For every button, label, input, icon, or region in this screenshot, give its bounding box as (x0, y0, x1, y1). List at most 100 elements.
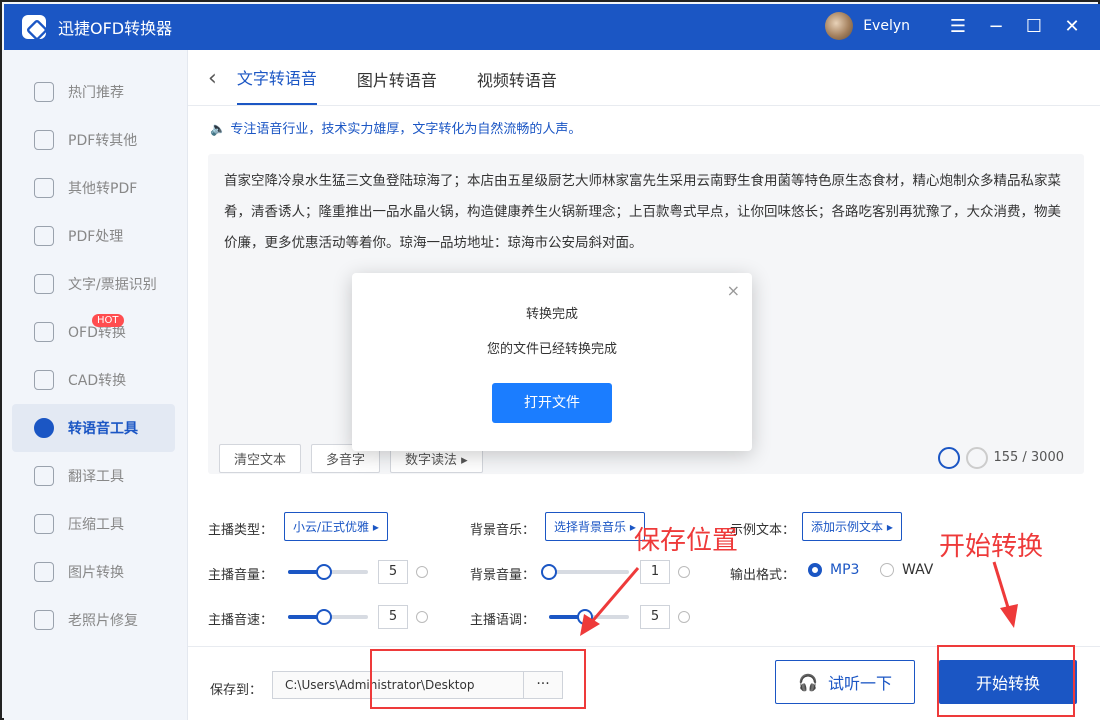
sidebar-item-translate[interactable]: 翻译工具 (4, 452, 187, 500)
hint-text: 🔈 专注语音行业，技术实力雄厚，文字转化为自然流畅的人声。 (210, 122, 582, 137)
radio-dot (880, 563, 894, 577)
avatar[interactable] (825, 12, 854, 40)
save-location-annotation: 保存位置 (634, 526, 739, 556)
tab-bar: ‹ 文字转语音 图片转语音 视频转语音 (188, 50, 1100, 106)
app-window: 迅捷OFD转换器 Evelyn ☰ − ☐ ✕ 热门推荐 PDF转其他 其他转P… (0, 0, 1100, 720)
menu-icon[interactable]: ☰ (946, 14, 970, 38)
anchor-pitch-value[interactable]: 5 (640, 605, 670, 629)
sidebar-item-ofd[interactable]: OFD转换 HOT (4, 308, 187, 356)
undo-icon[interactable] (938, 447, 960, 469)
sidebar-item-label: 老照片修复 (68, 613, 138, 629)
bgm-select[interactable]: 选择背景音乐 ▸ (545, 512, 645, 541)
slider-knob[interactable] (577, 609, 593, 625)
app-logo-icon (22, 15, 46, 39)
maximize-icon[interactable]: ☐ (1022, 14, 1046, 38)
voice-icon (34, 418, 54, 438)
sidebar-item-ocr[interactable]: 文字/票据识别 (4, 260, 187, 308)
sidebar-item-image[interactable]: 图片转换 (4, 548, 187, 596)
anchor-pitch-slider[interactable] (549, 609, 629, 625)
anchor-speed-slider[interactable] (288, 609, 368, 625)
tab-video-to-speech[interactable]: 视频转语音 (477, 67, 557, 105)
hot-badge: HOT (92, 314, 124, 327)
sidebar: 热门推荐 PDF转其他 其他转PDF PDF处理 文字/票据识别 OFD转换 HO… (4, 50, 188, 720)
hot-icon (34, 82, 54, 102)
minimize-icon[interactable]: − (984, 14, 1008, 38)
image-icon (34, 562, 54, 582)
format-wav-radio[interactable]: WAV (880, 562, 933, 578)
sidebar-item-pdf-process[interactable]: PDF处理 (4, 212, 187, 260)
close-icon[interactable]: × (727, 281, 740, 300)
format-mp3-radio[interactable]: MP3 (808, 562, 859, 578)
hint-label: 专注语音行业，技术实力雄厚，文字转化为自然流畅的人声。 (230, 122, 582, 137)
reset-icon[interactable] (678, 611, 690, 623)
dialog-title: 转换完成 (525, 307, 578, 322)
anchor-volume-slider[interactable] (288, 564, 368, 580)
bgm-volume-slider[interactable] (541, 564, 629, 580)
conversion-complete-dialog: × 转换完成 您的文件已经转换完成 打开文件 (352, 273, 752, 451)
reset-icon[interactable] (678, 566, 690, 578)
headphone-icon: 🎧 (798, 672, 818, 692)
title-bar: 迅捷OFD转换器 Evelyn ☰ − ☐ ✕ (4, 4, 1100, 50)
app-title: 迅捷OFD转换器 (58, 19, 173, 38)
sidebar-item-label: PDF处理 (68, 229, 124, 245)
anchor-type-select[interactable]: 小云/正式优雅 ▸ (284, 512, 388, 541)
sidebar-item-photo-repair[interactable]: 老照片修复 (4, 596, 187, 644)
sidebar-item-label: 其他转PDF (68, 181, 138, 197)
ofd-icon (34, 322, 54, 342)
tab-image-to-speech[interactable]: 图片转语音 (357, 67, 437, 105)
anchor-volume-label: 主播音量： (208, 568, 274, 583)
bgm-volume-label: 背景音量： (470, 568, 536, 583)
sidebar-item-label: 图片转换 (68, 565, 124, 581)
anchor-type-label: 主播类型： (208, 523, 274, 538)
sidebar-item-label: 转语音工具 (68, 421, 138, 437)
clear-text-button[interactable]: 清空文本 (219, 444, 302, 473)
pdf-process-icon (34, 226, 54, 246)
sidebar-item-hot[interactable]: 热门推荐 (4, 68, 187, 116)
sidebar-item-pdf-to-other[interactable]: PDF转其他 (4, 116, 187, 164)
save-to-label: 保存到： (210, 683, 263, 698)
sidebar-item-cad[interactable]: CAD转换 (4, 356, 187, 404)
sidebar-item-label: 翻译工具 (68, 469, 124, 485)
redo-icon[interactable] (966, 447, 988, 469)
pdf-icon (34, 130, 54, 150)
sidebar-item-label: PDF转其他 (68, 133, 138, 149)
sidebar-item-label: CAD转换 (68, 373, 127, 389)
sidebar-item-label: 文字/票据识别 (68, 277, 157, 293)
preview-button[interactable]: 🎧 试听一下 (775, 660, 915, 704)
photo-icon (34, 610, 54, 630)
open-file-button[interactable]: 打开文件 (492, 383, 612, 423)
username: Evelyn (863, 18, 910, 34)
slider-knob[interactable] (541, 564, 557, 580)
close-icon[interactable]: ✕ (1060, 14, 1084, 38)
ocr-icon (34, 274, 54, 294)
dialog-message: 您的文件已经转换完成 (486, 342, 617, 357)
start-convert-annotation: 开始转换 (939, 532, 1044, 562)
file-icon (34, 178, 54, 198)
anchor-speed-value[interactable]: 5 (378, 605, 408, 629)
sidebar-item-other-to-pdf[interactable]: 其他转PDF (4, 164, 187, 212)
slider-knob[interactable] (316, 564, 332, 580)
start-button-highlight (937, 645, 1075, 717)
tab-text-to-speech[interactable]: 文字转语音 (236, 65, 317, 105)
reset-icon[interactable] (416, 566, 428, 578)
slider-knob[interactable] (316, 609, 332, 625)
back-icon[interactable]: ‹ (208, 66, 217, 91)
compress-icon (34, 514, 54, 534)
sidebar-item-compress[interactable]: 压缩工具 (4, 500, 187, 548)
preview-label: 试听一下 (827, 674, 892, 693)
bgm-label: 背景音乐： (470, 523, 536, 538)
sidebar-item-label: 压缩工具 (68, 517, 124, 533)
bgm-volume-value[interactable]: 1 (640, 560, 670, 584)
sidebar-item-label: 热门推荐 (68, 85, 124, 101)
reset-icon[interactable] (416, 611, 428, 623)
user-profile[interactable]: Evelyn (825, 12, 910, 40)
anchor-volume-value[interactable]: 5 (378, 560, 408, 584)
example-label: 示例文本： (730, 523, 796, 538)
sidebar-item-voice[interactable]: 转语音工具 (12, 404, 175, 452)
radio-label: WAV (902, 562, 934, 578)
example-select[interactable]: 添加示例文本 ▸ (802, 512, 902, 541)
cad-icon (34, 370, 54, 390)
save-location-highlight (370, 649, 586, 709)
translate-icon (34, 466, 54, 486)
radio-dot (808, 563, 822, 577)
